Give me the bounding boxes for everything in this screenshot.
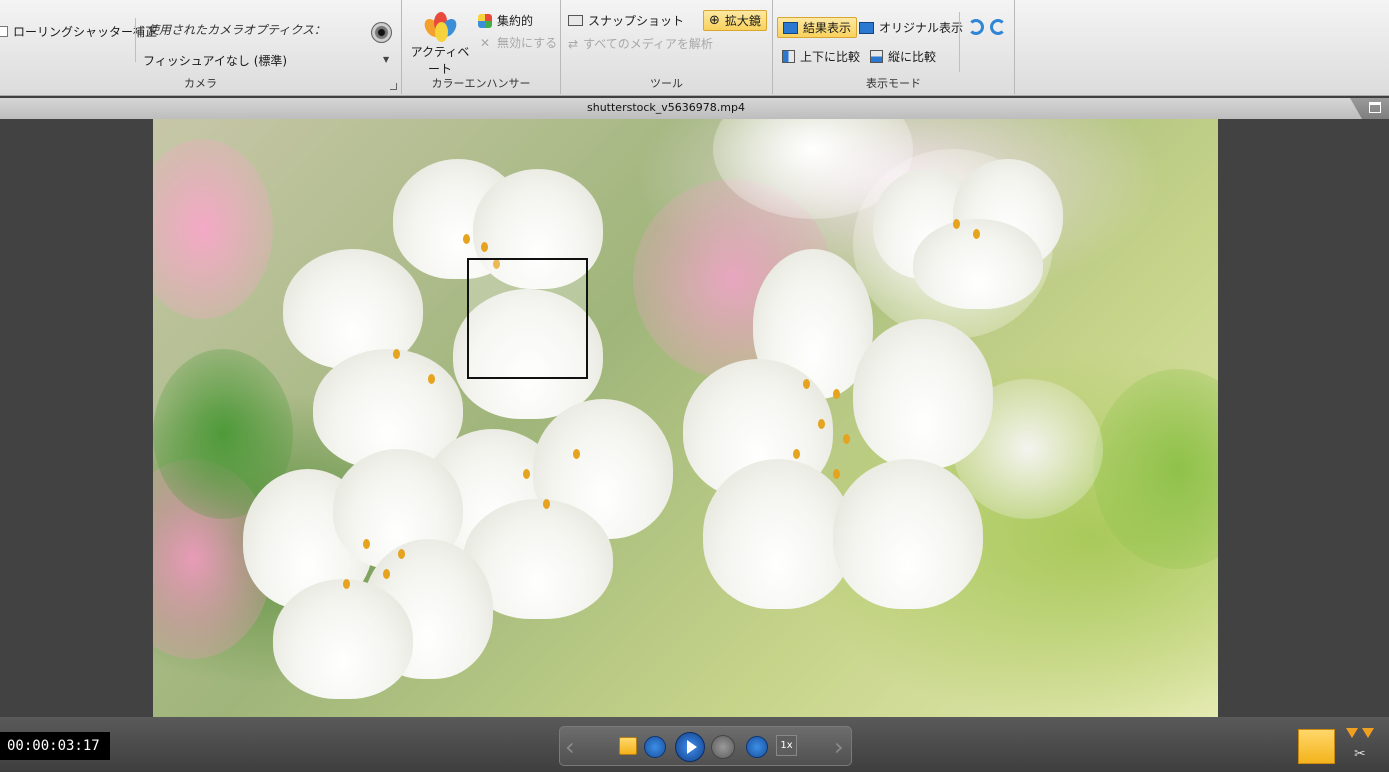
monitor-icon xyxy=(783,21,798,34)
intensive-label: 集約的 xyxy=(497,14,534,28)
tools-group-label: ツール xyxy=(650,77,683,90)
chevron-left-icon[interactable]: ‹ xyxy=(565,733,575,761)
green-leaf-blur xyxy=(1093,369,1218,569)
document-tab-bar: shutterstock_v5636978.mp4 xyxy=(0,98,1389,119)
undo-icon[interactable] xyxy=(968,19,984,35)
stamen xyxy=(833,389,840,399)
petal xyxy=(273,579,413,699)
speed-label: 1x xyxy=(780,740,793,751)
activate-label: アクティベート xyxy=(410,45,470,76)
stamen xyxy=(818,419,825,429)
petal xyxy=(833,459,983,609)
snapshot-label: スナップショット xyxy=(588,14,685,28)
stamen xyxy=(803,379,810,389)
display-mode-group-label: 表示モード xyxy=(866,77,921,90)
original-view-label: オリジナル表示 xyxy=(879,21,964,35)
stamen xyxy=(843,434,850,444)
stamen xyxy=(793,449,800,459)
pink-blossom-blur xyxy=(153,139,273,319)
stamen xyxy=(428,374,435,384)
blossom xyxy=(243,449,503,709)
checkbox-icon[interactable] xyxy=(0,26,8,37)
magnifier-icon: ⊕ xyxy=(709,13,720,28)
stamen xyxy=(383,569,390,579)
close-icon: ✕ xyxy=(479,35,491,50)
magnifier-label: 拡大鏡 xyxy=(724,14,761,28)
stamen xyxy=(833,469,840,479)
lens-label-text: 使用されたカメラオプティクス： xyxy=(147,23,326,37)
disable-button[interactable]: ✕ 無効にする xyxy=(478,34,557,51)
stamen xyxy=(398,549,405,559)
stamen xyxy=(481,242,488,252)
redo-icon[interactable] xyxy=(990,19,1006,35)
trim-scissors-icon[interactable]: ✂ xyxy=(1346,728,1376,764)
stamen xyxy=(543,499,550,509)
intensive-button[interactable]: 集約的 xyxy=(478,12,533,29)
loop-icon[interactable] xyxy=(619,737,637,755)
separator xyxy=(959,12,960,72)
stamen xyxy=(573,449,580,459)
lens-label: 使用されたカメラオプティクス： xyxy=(147,21,326,38)
analyze-label: すべてのメディアを解析 xyxy=(583,37,713,51)
magnifier-button[interactable]: ⊕ 拡大鏡 xyxy=(703,10,767,31)
camera-group: ローリングシャッター補正 使用されたカメラオプティクス： フィッシュアイなし (… xyxy=(0,0,402,94)
blossom xyxy=(873,159,1073,319)
stamen xyxy=(363,539,370,549)
video-viewer xyxy=(0,119,1389,717)
compare-side-button[interactable]: 縦に比較 xyxy=(870,48,936,65)
stamen xyxy=(393,349,400,359)
speed-button[interactable]: 1x xyxy=(776,735,797,756)
color-enhancer-group: アクティベート 集約的 ✕ 無効にする カラーエンハンサー xyxy=(402,0,561,94)
stamen xyxy=(973,229,980,239)
playback-bar: 00:00:03:17 ‹ 1x › ✂ xyxy=(0,717,1389,772)
disable-label: 無効にする xyxy=(497,36,558,50)
snapshot-button[interactable]: スナップショット xyxy=(568,12,684,29)
tools-group: スナップショット ⊕ 拡大鏡 ⇄ すべてのメディアを解析 ツール xyxy=(561,0,773,94)
stamen xyxy=(343,579,350,589)
rolling-shutter-checkbox[interactable]: ローリングシャッター補正 xyxy=(0,23,157,40)
maximize-icon[interactable] xyxy=(1369,102,1381,113)
pause-icon[interactable] xyxy=(711,735,735,759)
monitor-original-icon xyxy=(859,21,874,34)
color-petals-icon xyxy=(421,10,460,42)
compare-top-bottom-button[interactable]: 上下に比較 xyxy=(782,48,860,65)
color-enhancer-group-label: カラーエンハンサー xyxy=(431,77,531,90)
video-frame[interactable] xyxy=(153,119,1218,717)
compare-side-label: 縦に比較 xyxy=(888,50,937,64)
split-vertical-icon xyxy=(870,50,883,63)
lens-dropdown[interactable]: フィッシュアイなし (標準) xyxy=(143,52,287,69)
magnifier-area[interactable] xyxy=(467,258,588,379)
play-triangle xyxy=(687,740,697,754)
divider xyxy=(135,18,136,62)
skip-forward-icon[interactable] xyxy=(746,736,768,758)
stamen xyxy=(953,219,960,229)
stamen xyxy=(523,469,530,479)
skip-back-icon[interactable] xyxy=(644,736,666,758)
chevron-right-icon[interactable]: › xyxy=(834,733,844,761)
petal xyxy=(703,459,853,609)
camera-lens-icon xyxy=(371,22,392,43)
lens-dropdown-value: フィッシュアイなし (標準) xyxy=(143,54,288,68)
activate-button[interactable]: アクティベート xyxy=(408,10,472,77)
chevron-down-icon[interactable]: ▼ xyxy=(383,55,389,64)
document-title: shutterstock_v5636978.mp4 xyxy=(587,101,745,114)
snapshot-icon xyxy=(568,15,583,26)
original-view-button[interactable]: オリジナル表示 xyxy=(859,19,963,36)
result-view-button[interactable]: 結果表示 xyxy=(777,17,858,38)
result-view-label: 結果表示 xyxy=(803,21,852,35)
camera-group-label: カメラ xyxy=(184,77,217,90)
analyze-all-button[interactable]: ⇄ すべてのメディアを解析 xyxy=(568,35,713,52)
compare-top-bottom-label: 上下に比較 xyxy=(800,50,861,64)
ribbon-toolbar: ローリングシャッター補正 使用されたカメラオプティクス： フィッシュアイなし (… xyxy=(0,0,1389,96)
timecode-display: 00:00:03:17 xyxy=(0,732,110,760)
transport-controls: ‹ 1x › xyxy=(559,726,852,766)
split-horizontal-icon xyxy=(782,50,795,63)
stamen xyxy=(463,234,470,244)
clapperboard-icon[interactable] xyxy=(1298,729,1335,764)
analyze-icon: ⇄ xyxy=(568,36,579,51)
display-mode-group: 結果表示 オリジナル表示 上下に比較 縦に比較 表示モード xyxy=(773,0,1015,94)
petal xyxy=(853,319,993,469)
color-cube-icon xyxy=(478,13,492,28)
